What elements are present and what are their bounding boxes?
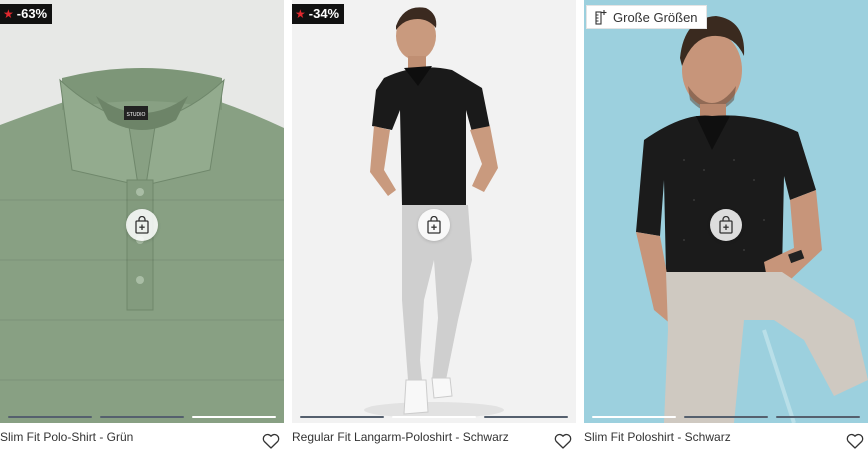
product-title[interactable]: Slim Fit Polo-Shirt - Grün <box>0 430 133 444</box>
carousel-dot[interactable] <box>484 416 568 418</box>
discount-badge: ★ -63% <box>0 4 53 24</box>
size-ruler-icon <box>595 10 607 25</box>
add-to-bag-button[interactable] <box>126 209 158 241</box>
product-image[interactable]: STUDIO ★ -63% <box>0 0 284 423</box>
image-carousel-indicator[interactable] <box>300 416 568 419</box>
product-image[interactable]: Große Größen <box>584 0 868 423</box>
product-card[interactable]: STUDIO ★ -63% Slim Fit Polo-Shirt - Grün <box>0 0 284 450</box>
product-card[interactable]: Große Größen Slim Fit Poloshirt - Schwar… <box>584 0 868 450</box>
add-to-bag-button[interactable] <box>710 209 742 241</box>
discount-text: -34% <box>308 6 340 21</box>
heart-icon[interactable] <box>846 433 864 449</box>
product-title[interactable]: Regular Fit Langarm-Poloshirt - Schwarz <box>292 430 509 444</box>
size-range-chip[interactable]: Große Größen <box>586 5 707 29</box>
carousel-dot[interactable] <box>300 416 384 418</box>
shopping-bag-plus-icon <box>427 216 441 234</box>
shopping-bag-plus-icon <box>135 216 149 234</box>
carousel-dot[interactable] <box>100 416 184 418</box>
discount-text: -63% <box>16 6 48 21</box>
product-grid: STUDIO ★ -63% Slim Fit Polo-Shirt - Grün… <box>0 0 868 450</box>
collar-label: STUDIO <box>127 112 146 118</box>
heart-icon[interactable] <box>554 433 572 449</box>
product-title[interactable]: Slim Fit Poloshirt - Schwarz <box>584 430 731 444</box>
image-carousel-indicator[interactable] <box>592 416 860 419</box>
product-card[interactable]: ★ -34% Regular Fit Langarm-Poloshirt - S… <box>292 0 576 450</box>
discount-badge: ★ -34% <box>292 4 345 24</box>
image-carousel-indicator[interactable] <box>8 416 276 419</box>
carousel-dot-active[interactable] <box>592 416 676 418</box>
carousel-dot[interactable] <box>776 416 860 418</box>
add-to-bag-button[interactable] <box>418 209 450 241</box>
star-icon: ★ <box>295 7 306 21</box>
shopping-bag-plus-icon <box>719 216 733 234</box>
heart-icon[interactable] <box>262 433 280 449</box>
carousel-dot[interactable] <box>8 416 92 418</box>
product-image[interactable]: ★ -34% <box>292 0 576 423</box>
star-icon: ★ <box>3 7 14 21</box>
size-range-label: Große Größen <box>613 9 698 25</box>
carousel-dot[interactable] <box>684 416 768 418</box>
carousel-dot-active[interactable] <box>392 416 476 418</box>
carousel-dot-active[interactable] <box>192 416 276 418</box>
